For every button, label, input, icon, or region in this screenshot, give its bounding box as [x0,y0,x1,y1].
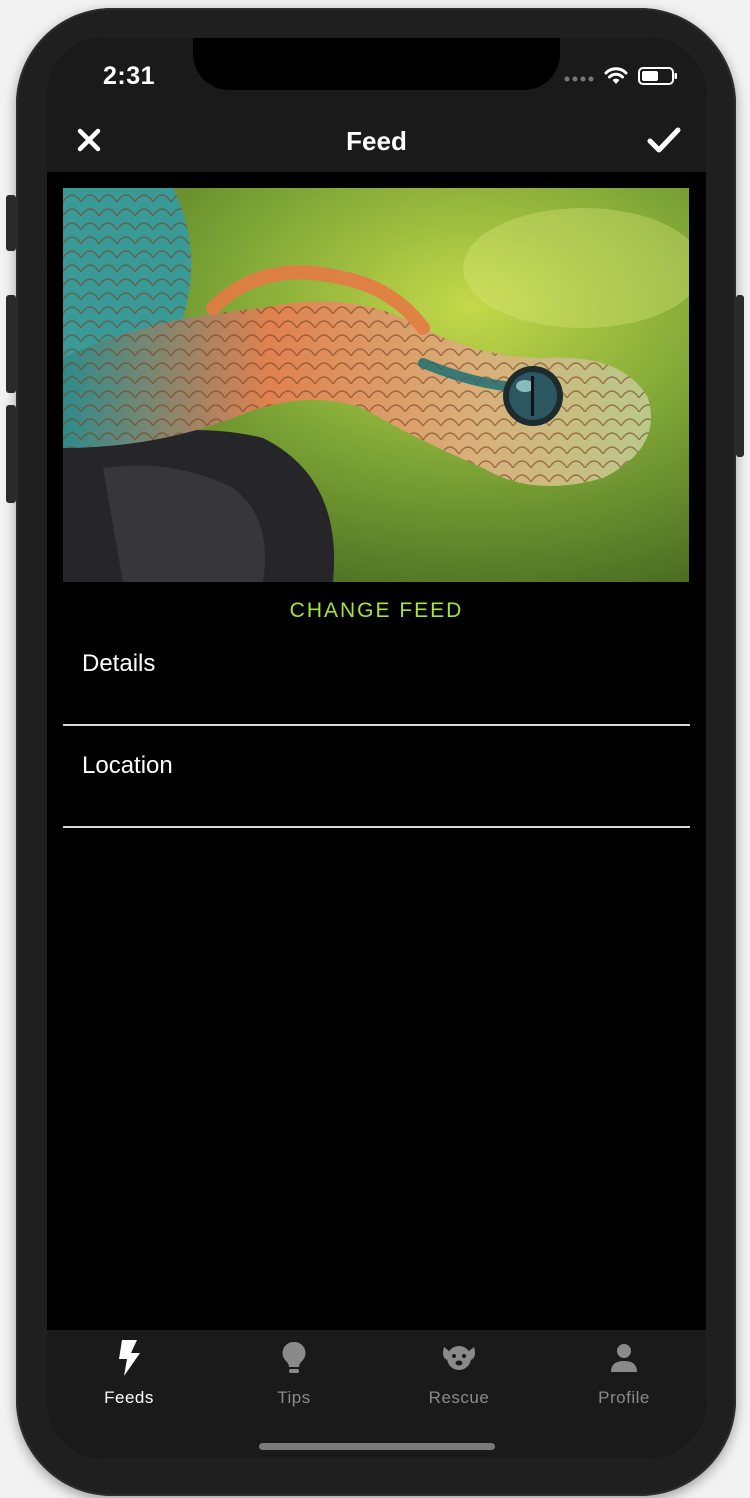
side-button-volume-up [6,295,16,393]
tab-rescue-label: Rescue [428,1388,490,1407]
tab-feeds-label: Feeds [104,1388,154,1407]
person-icon [609,1338,639,1378]
tab-rescue[interactable]: Rescue [394,1338,524,1410]
lightning-icon [116,1338,142,1378]
notch [193,38,560,90]
signal-icon [564,70,594,88]
status-bar: 2:31 [47,38,706,108]
tab-bar: Feeds Tips Rescue Profile [47,1330,706,1458]
snake-photo [63,188,689,582]
status-time: 2:31 [103,62,156,90]
tab-feeds[interactable]: Feeds [64,1338,194,1410]
wifi-icon [604,66,628,91]
change-feed-button[interactable]: CHANGE FEED [47,599,706,623]
feed-image [63,188,689,582]
tab-tips-label: Tips [277,1388,311,1407]
navigation-bar: Feed [47,108,706,172]
confirm-button[interactable] [644,122,684,162]
tab-tips[interactable]: Tips [229,1338,359,1410]
tab-profile-label: Profile [598,1388,650,1407]
page-title: Feed [346,126,407,156]
home-indicator [259,1443,495,1450]
status-icons [564,66,678,91]
side-button-volume-down [6,405,16,503]
lightbulb-icon [281,1338,307,1378]
dog-icon [440,1338,478,1378]
details-label: Details [82,650,156,677]
details-row[interactable]: Details [63,624,690,726]
location-label: Location [82,752,173,779]
location-row[interactable]: Location [63,726,690,828]
side-button-power [736,295,744,457]
battery-icon [638,66,678,91]
side-button-silent [6,195,16,251]
checkmark-icon [647,126,681,159]
screen: 2:31 Feed CHANGE FEED Details Location F… [47,38,706,1458]
tab-profile[interactable]: Profile [559,1338,689,1410]
